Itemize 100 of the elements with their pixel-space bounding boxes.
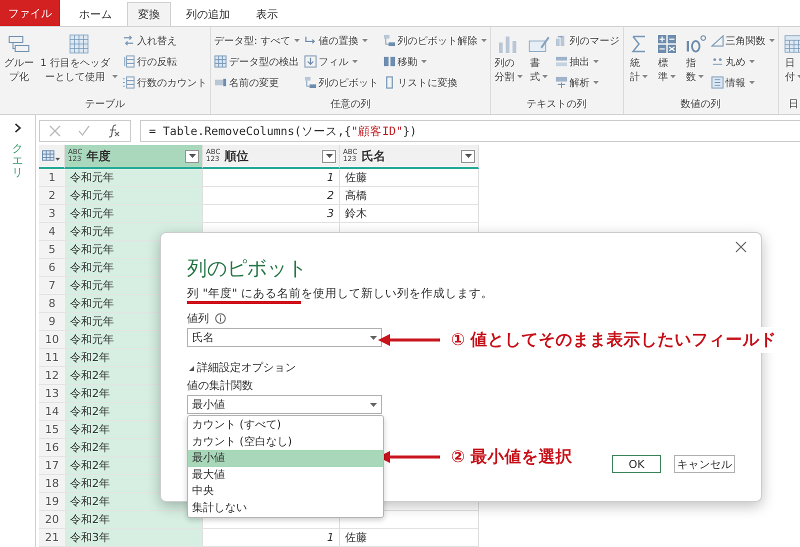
caret-icon xyxy=(464,154,472,158)
rows-icon xyxy=(122,55,135,68)
table-cell: 1 xyxy=(203,529,340,547)
extract-icon xyxy=(554,55,568,68)
row-number: 11 xyxy=(39,349,65,367)
ribbon-button[interactable]: 解析 xyxy=(554,73,621,92)
ribbon-button[interactable]: データ型の検出 xyxy=(213,52,301,71)
ribbon-button[interactable]: 標準 xyxy=(654,31,680,96)
ribbon-button[interactable]: 列の分割 xyxy=(492,31,524,96)
ribbon-button[interactable]: 列のマージ xyxy=(554,31,621,50)
dropdown-icon xyxy=(370,402,377,406)
table-cell: 令和3年 xyxy=(65,529,203,547)
ribbon-button[interactable]: 抽出 xyxy=(554,52,621,71)
swap-icon xyxy=(122,34,135,47)
row-number: 16 xyxy=(39,439,65,457)
ribbon-button[interactable]: リストに変換 xyxy=(382,73,488,92)
row-number: 12 xyxy=(39,367,65,385)
dropdown-icon xyxy=(370,336,377,340)
table-cell: 1 xyxy=(203,169,340,187)
table-cell: 令和2年 xyxy=(65,511,203,529)
group-label: 日 xyxy=(788,98,800,112)
move-icon xyxy=(382,55,396,68)
row-number: 5 xyxy=(39,241,65,259)
ribbon-button[interactable]: 行数のカウント xyxy=(121,73,208,92)
ribbon-tab[interactable]: 列の追加 xyxy=(175,2,241,26)
row-number: 21 xyxy=(39,529,65,547)
group-label: 任意の列 xyxy=(329,98,372,112)
ribbon-tab[interactable]: ファイル xyxy=(0,0,60,26)
ribbon-button[interactable]: 指数 xyxy=(682,31,708,96)
ribbon-button[interactable]: 列のピボット xyxy=(302,73,380,92)
ribbon-button[interactable]: 情報 xyxy=(710,73,776,92)
row-number: 19 xyxy=(39,493,65,511)
table-cell: 2 xyxy=(203,187,340,205)
row-number: 4 xyxy=(39,223,65,241)
row-number: 1 xyxy=(39,169,65,187)
close-button[interactable] xyxy=(733,239,749,255)
caret-icon xyxy=(326,154,332,158)
pivot-icon xyxy=(382,34,396,47)
table-cell: 令和元年 xyxy=(65,205,203,223)
ok-button[interactable]: OK xyxy=(612,455,661,473)
parse-icon xyxy=(554,76,568,89)
ribbon-button[interactable]: 日付 xyxy=(780,31,800,96)
queries-pane-label[interactable]: クエリ xyxy=(12,143,23,180)
dropdown-option[interactable]: 中央 xyxy=(188,483,383,500)
ribbon-button[interactable]: 移動 xyxy=(382,52,488,71)
arrow-icon xyxy=(378,334,440,346)
row-number: 9 xyxy=(39,313,65,331)
ribbon-button[interactable]: 丸め xyxy=(710,52,776,71)
ribbon-button[interactable]: 1 行目をヘッダーとして使用 xyxy=(38,31,119,96)
row-number: 17 xyxy=(39,457,65,475)
ribbon-button[interactable]: 書式 xyxy=(526,31,552,96)
table-icon[interactable] xyxy=(42,150,61,162)
ribbon-button[interactable]: フィル xyxy=(302,52,380,71)
row-number: 14 xyxy=(39,403,65,421)
table-cell: 佐藤 xyxy=(340,169,479,187)
filter-button[interactable] xyxy=(461,150,475,162)
value-column-select[interactable]: 氏名 xyxy=(187,328,382,347)
table-cell: 鈴木 xyxy=(340,205,479,223)
dropdown-option[interactable]: 集計しない xyxy=(188,500,383,516)
cancel-button[interactable]: キャンセル xyxy=(674,455,735,473)
row-number: 8 xyxy=(39,295,65,313)
ribbon-tab[interactable]: ホーム xyxy=(68,2,123,26)
ribbon-button[interactable]: 行の反転 xyxy=(121,52,208,71)
dropdown-option[interactable]: 最大値 xyxy=(188,466,383,483)
check-icon[interactable] xyxy=(78,125,90,137)
expand-icon[interactable] xyxy=(14,123,22,133)
pivot-icon xyxy=(304,76,317,89)
filter-button[interactable] xyxy=(322,150,336,162)
row-number: 6 xyxy=(39,259,65,277)
function-icon[interactable] xyxy=(107,124,122,138)
table-cell: 高橋 xyxy=(340,187,479,205)
row-number: 20 xyxy=(39,511,65,529)
ribbon-button[interactable]: 名前の変更 xyxy=(213,73,301,92)
fill-icon xyxy=(304,55,317,68)
ribbon-button[interactable]: 統計 xyxy=(626,31,652,96)
row-number: 3 xyxy=(39,205,65,223)
ribbon-button[interactable]: 三角関数 xyxy=(710,31,776,50)
row-number: 7 xyxy=(39,277,65,295)
ribbon-tab[interactable]: 変換 xyxy=(127,2,171,26)
filter-button[interactable] xyxy=(185,150,199,162)
info-icon xyxy=(710,76,724,89)
caret-icon xyxy=(188,154,196,158)
dropdown-option[interactable]: カウント (空白なし) xyxy=(188,434,383,450)
group-label: 数値の列 xyxy=(680,98,722,112)
ribbon-button[interactable]: 値の置換 xyxy=(302,31,380,50)
info-icon xyxy=(215,312,226,324)
table-cell: 3 xyxy=(203,205,340,223)
table-cell: 佐藤 xyxy=(340,529,479,547)
ribbon-button[interactable]: グループ化 xyxy=(2,31,36,96)
dropdown-option[interactable]: カウント (すべて) xyxy=(188,417,383,434)
ribbon-button[interactable]: 入れ替え xyxy=(121,31,208,50)
table-cell: 令和元年 xyxy=(65,169,203,187)
table-cell: 令和元年 xyxy=(65,187,203,205)
ribbon-tab[interactable]: 表示 xyxy=(245,2,289,26)
dropdown-option[interactable]: 最小値 xyxy=(188,450,383,466)
formula-field[interactable]: = Table.RemoveColumns(ソース,{"顧客ID"}) xyxy=(140,120,800,142)
ribbon-button[interactable]: 列のピボット解除 xyxy=(382,31,488,50)
ribbon-button[interactable]: データ型: すべて xyxy=(213,31,301,50)
row-number: 13 xyxy=(39,385,65,403)
group-label: テーブル xyxy=(84,98,126,112)
